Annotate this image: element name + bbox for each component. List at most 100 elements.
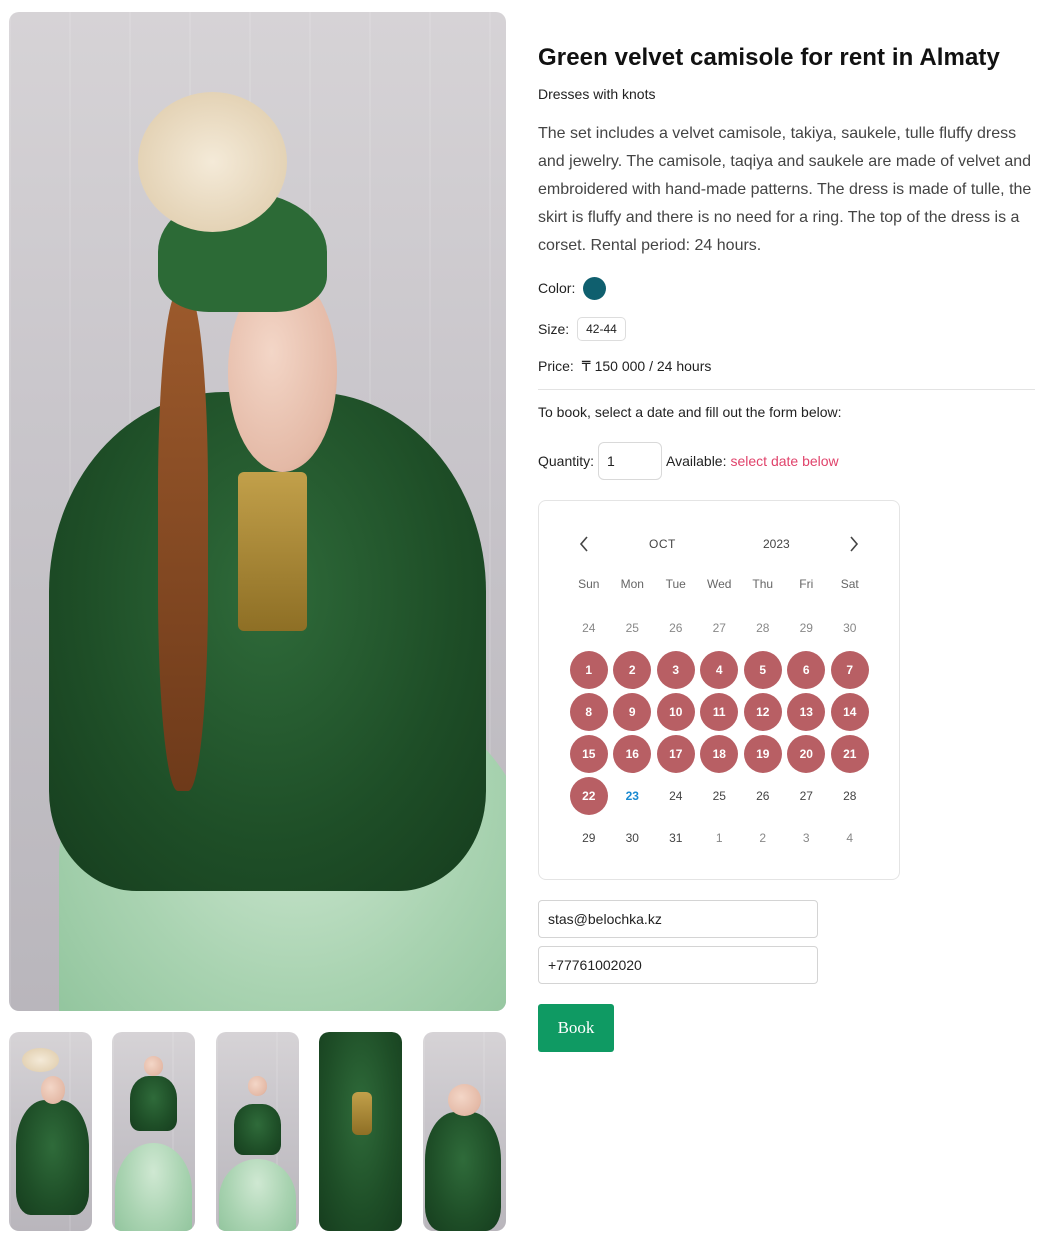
calendar-day-label: 4 bbox=[700, 651, 739, 689]
color-row: Color: bbox=[538, 276, 607, 300]
calendar-day: 16 bbox=[611, 733, 655, 775]
thumb-head bbox=[40, 1075, 66, 1104]
product-category: Dresses with knots bbox=[538, 86, 656, 102]
calendar-day: 6 bbox=[785, 649, 829, 691]
calendar-day[interactable]: 26 bbox=[741, 775, 785, 817]
select-date-link[interactable]: select date below bbox=[730, 453, 838, 469]
calendar-day[interactable]: 29 bbox=[785, 607, 829, 649]
weekday-label: Mon bbox=[620, 577, 644, 591]
price-value: ₸ 150 000 / 24 hours bbox=[581, 358, 712, 374]
calendar-day: 4 bbox=[698, 649, 742, 691]
gallery-thumbnail[interactable] bbox=[319, 1032, 402, 1231]
calendar-day[interactable]: 24 bbox=[654, 775, 698, 817]
calendar-day-label: 1 bbox=[569, 651, 608, 689]
calendar-day-label: 2 bbox=[759, 831, 767, 845]
gallery-thumbnail[interactable] bbox=[9, 1032, 92, 1231]
photo-hair bbox=[158, 291, 208, 792]
calendar-day-label: 2 bbox=[613, 651, 652, 689]
gallery-thumbnail[interactable] bbox=[216, 1032, 299, 1231]
calendar-day-label: 24 bbox=[582, 621, 596, 635]
calendar-day[interactable]: 4 bbox=[828, 817, 872, 859]
calendar-day-label: 28 bbox=[843, 789, 857, 803]
color-label: Color: bbox=[538, 280, 576, 296]
calendar-day-label: 13 bbox=[787, 693, 826, 731]
chevron-right-icon[interactable] bbox=[841, 531, 867, 557]
gallery-thumbnail[interactable] bbox=[423, 1032, 506, 1231]
quantity-input[interactable] bbox=[598, 442, 663, 480]
gallery-thumbnail[interactable] bbox=[112, 1032, 195, 1231]
calendar-day-label: 29 bbox=[582, 831, 596, 845]
calendar-day-label: 24 bbox=[669, 789, 683, 803]
calendar-day-label: 12 bbox=[743, 693, 782, 731]
calendar-day: 1 bbox=[567, 649, 611, 691]
calendar-day[interactable]: 3 bbox=[785, 817, 829, 859]
calendar-day-label: 6 bbox=[787, 651, 826, 689]
calendar-day[interactable]: 28 bbox=[741, 607, 785, 649]
quantity-row: Quantity: Available: select date below bbox=[538, 442, 839, 480]
email-field[interactable] bbox=[538, 900, 818, 938]
available-label: Available: bbox=[666, 453, 727, 469]
thumb-jacket bbox=[234, 1103, 281, 1156]
calendar-weekdays: Sun Mon Tue Wed Thu Fri Sat bbox=[567, 577, 872, 591]
calendar-day: 15 bbox=[567, 733, 611, 775]
thumb-plume bbox=[22, 1047, 59, 1072]
calendar-day-label: 11 bbox=[700, 693, 739, 731]
weekday-label: Sun bbox=[578, 577, 600, 591]
calendar-day-label: 20 bbox=[787, 735, 826, 773]
calendar-day: 2 bbox=[611, 649, 655, 691]
weekday-label: Sat bbox=[840, 577, 859, 591]
calendar-day[interactable]: 23 bbox=[611, 775, 655, 817]
calendar-day[interactable]: 29 bbox=[567, 817, 611, 859]
quantity-label: Quantity: bbox=[538, 453, 595, 469]
calendar-day-label: 27 bbox=[712, 621, 726, 635]
calendar-day[interactable]: 25 bbox=[698, 775, 742, 817]
calendar-day[interactable]: 24 bbox=[567, 607, 611, 649]
calendar-day[interactable]: 27 bbox=[785, 775, 829, 817]
book-button[interactable]: Book bbox=[538, 1004, 614, 1052]
calendar-day[interactable]: 27 bbox=[698, 607, 742, 649]
color-swatch[interactable] bbox=[583, 276, 607, 300]
calendar-day-label: 31 bbox=[669, 831, 683, 845]
calendar-day-label: 29 bbox=[799, 621, 813, 635]
calendar-day: 17 bbox=[654, 733, 698, 775]
calendar-month[interactable]: OCT bbox=[649, 537, 676, 551]
calendar-header: OCT 2023 bbox=[539, 531, 899, 557]
calendar-day: 8 bbox=[567, 691, 611, 733]
calendar-day: 11 bbox=[698, 691, 742, 733]
calendar-day-label: 25 bbox=[625, 621, 639, 635]
calendar-day[interactable]: 30 bbox=[611, 817, 655, 859]
size-row: Size: 42-44 bbox=[538, 316, 626, 342]
thumb-jacket bbox=[424, 1111, 502, 1231]
calendar-day[interactable]: 30 bbox=[828, 607, 872, 649]
calendar-day-label: 15 bbox=[569, 735, 608, 773]
calendar-day[interactable]: 25 bbox=[611, 607, 655, 649]
calendar-day: 13 bbox=[785, 691, 829, 733]
calendar-day: 20 bbox=[785, 733, 829, 775]
phone-field[interactable] bbox=[538, 946, 818, 984]
calendar-day[interactable]: 2 bbox=[741, 817, 785, 859]
calendar-day: 19 bbox=[741, 733, 785, 775]
calendar-day-label: 26 bbox=[756, 789, 770, 803]
calendar-day[interactable]: 1 bbox=[698, 817, 742, 859]
calendar-year[interactable]: 2023 bbox=[763, 537, 790, 551]
size-label: Size: bbox=[538, 321, 570, 337]
calendar-day[interactable]: 26 bbox=[654, 607, 698, 649]
calendar-day-label: 16 bbox=[613, 735, 652, 773]
weekday-label: Tue bbox=[665, 577, 686, 591]
product-title: Green velvet camisole for rent in Almaty bbox=[538, 44, 1000, 71]
calendar-day-label: 18 bbox=[700, 735, 739, 773]
calendar-day: 14 bbox=[828, 691, 872, 733]
calendar-day: 10 bbox=[654, 691, 698, 733]
calendar-day[interactable]: 31 bbox=[654, 817, 698, 859]
thumb-head bbox=[247, 1075, 268, 1096]
calendar-day-label: 22 bbox=[569, 777, 608, 815]
size-option[interactable]: 42-44 bbox=[577, 317, 626, 341]
product-description: The set includes a velvet camisole, taki… bbox=[538, 125, 1032, 254]
chevron-left-icon[interactable] bbox=[571, 531, 597, 557]
weekday-label: Thu bbox=[752, 577, 774, 591]
calendar-day[interactable]: 28 bbox=[828, 775, 872, 817]
calendar-day-label: 14 bbox=[830, 693, 869, 731]
thumb-jacket bbox=[15, 1099, 89, 1216]
price-row: Price: ₸ 150 000 / 24 hours bbox=[538, 358, 711, 375]
booking-instruction: To book, select a date and fill out the … bbox=[538, 404, 842, 420]
